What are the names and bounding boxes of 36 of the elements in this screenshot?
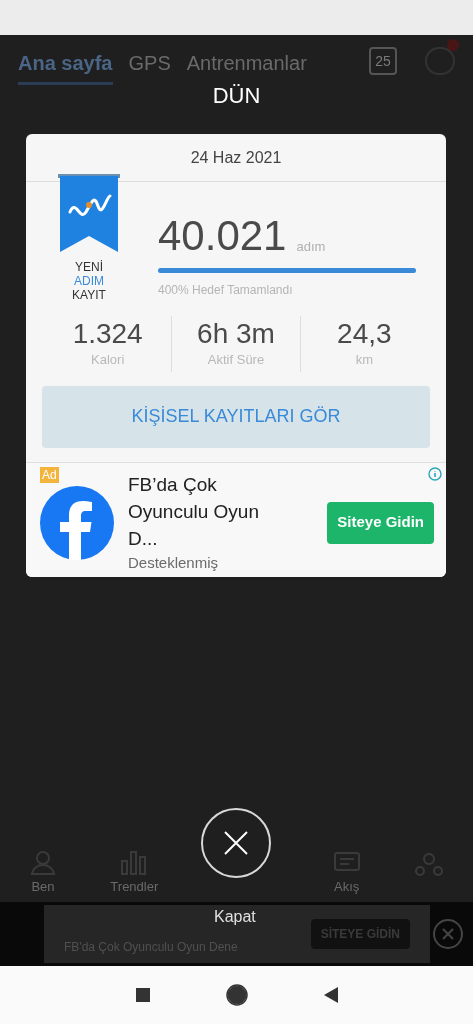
person-icon — [30, 848, 56, 875]
app-logo-icon — [40, 485, 114, 560]
nav-label[interactable]: Trendler — [110, 876, 159, 896]
stat-value: 24,3 — [337, 318, 392, 350]
close-icon — [223, 830, 249, 856]
visit-site-button[interactable]: Siteye Gidin — [327, 501, 434, 544]
badge-label: YENİ — [75, 260, 103, 274]
tab[interactable]: GPS — [128, 48, 171, 85]
close-button[interactable] — [201, 808, 271, 878]
stat-label: Aktif Süre — [207, 351, 265, 369]
tab[interactable]: Ana sayfa — [18, 48, 113, 85]
stat-value: 6h 3m — [197, 318, 275, 350]
dialog-title: DÜN — [211, 82, 262, 110]
bar-chart-icon — [120, 848, 149, 875]
info-icon[interactable] — [428, 466, 442, 481]
personal-records-button[interactable]: KİŞİSEL KAYITLARI GÖR — [42, 385, 430, 448]
close-label: Kapat — [214, 907, 256, 927]
square-icon[interactable] — [135, 988, 150, 1002]
badge-label: KAYIT — [72, 288, 106, 302]
stat-label: Kalori — [91, 351, 125, 369]
ribbon-badge-icon — [56, 174, 122, 254]
step-count: 40.021 — [158, 214, 287, 258]
ad-title: FB’da Çok Oyunculu Oyun D... — [128, 472, 260, 551]
goal-text: 400% Hedef Tamamlandı — [158, 282, 294, 299]
tab[interactable]: Antrenmanlar — [186, 48, 307, 85]
stat-label: km — [355, 351, 373, 369]
nav-label[interactable]: Akış — [333, 876, 360, 896]
stat-value: 1.324 — [72, 318, 143, 350]
badge-label: ADIM — [74, 274, 104, 288]
ad-sponsor: Desteklenmiş — [128, 552, 220, 573]
ad-badge: Ad — [40, 466, 59, 483]
home-icon[interactable] — [225, 984, 248, 1006]
step-unit: adım — [296, 237, 326, 256]
back-icon[interactable] — [323, 987, 338, 1003]
calendar-icon[interactable]: 25 — [369, 47, 397, 75]
nav-label[interactable]: Ben — [31, 876, 55, 896]
